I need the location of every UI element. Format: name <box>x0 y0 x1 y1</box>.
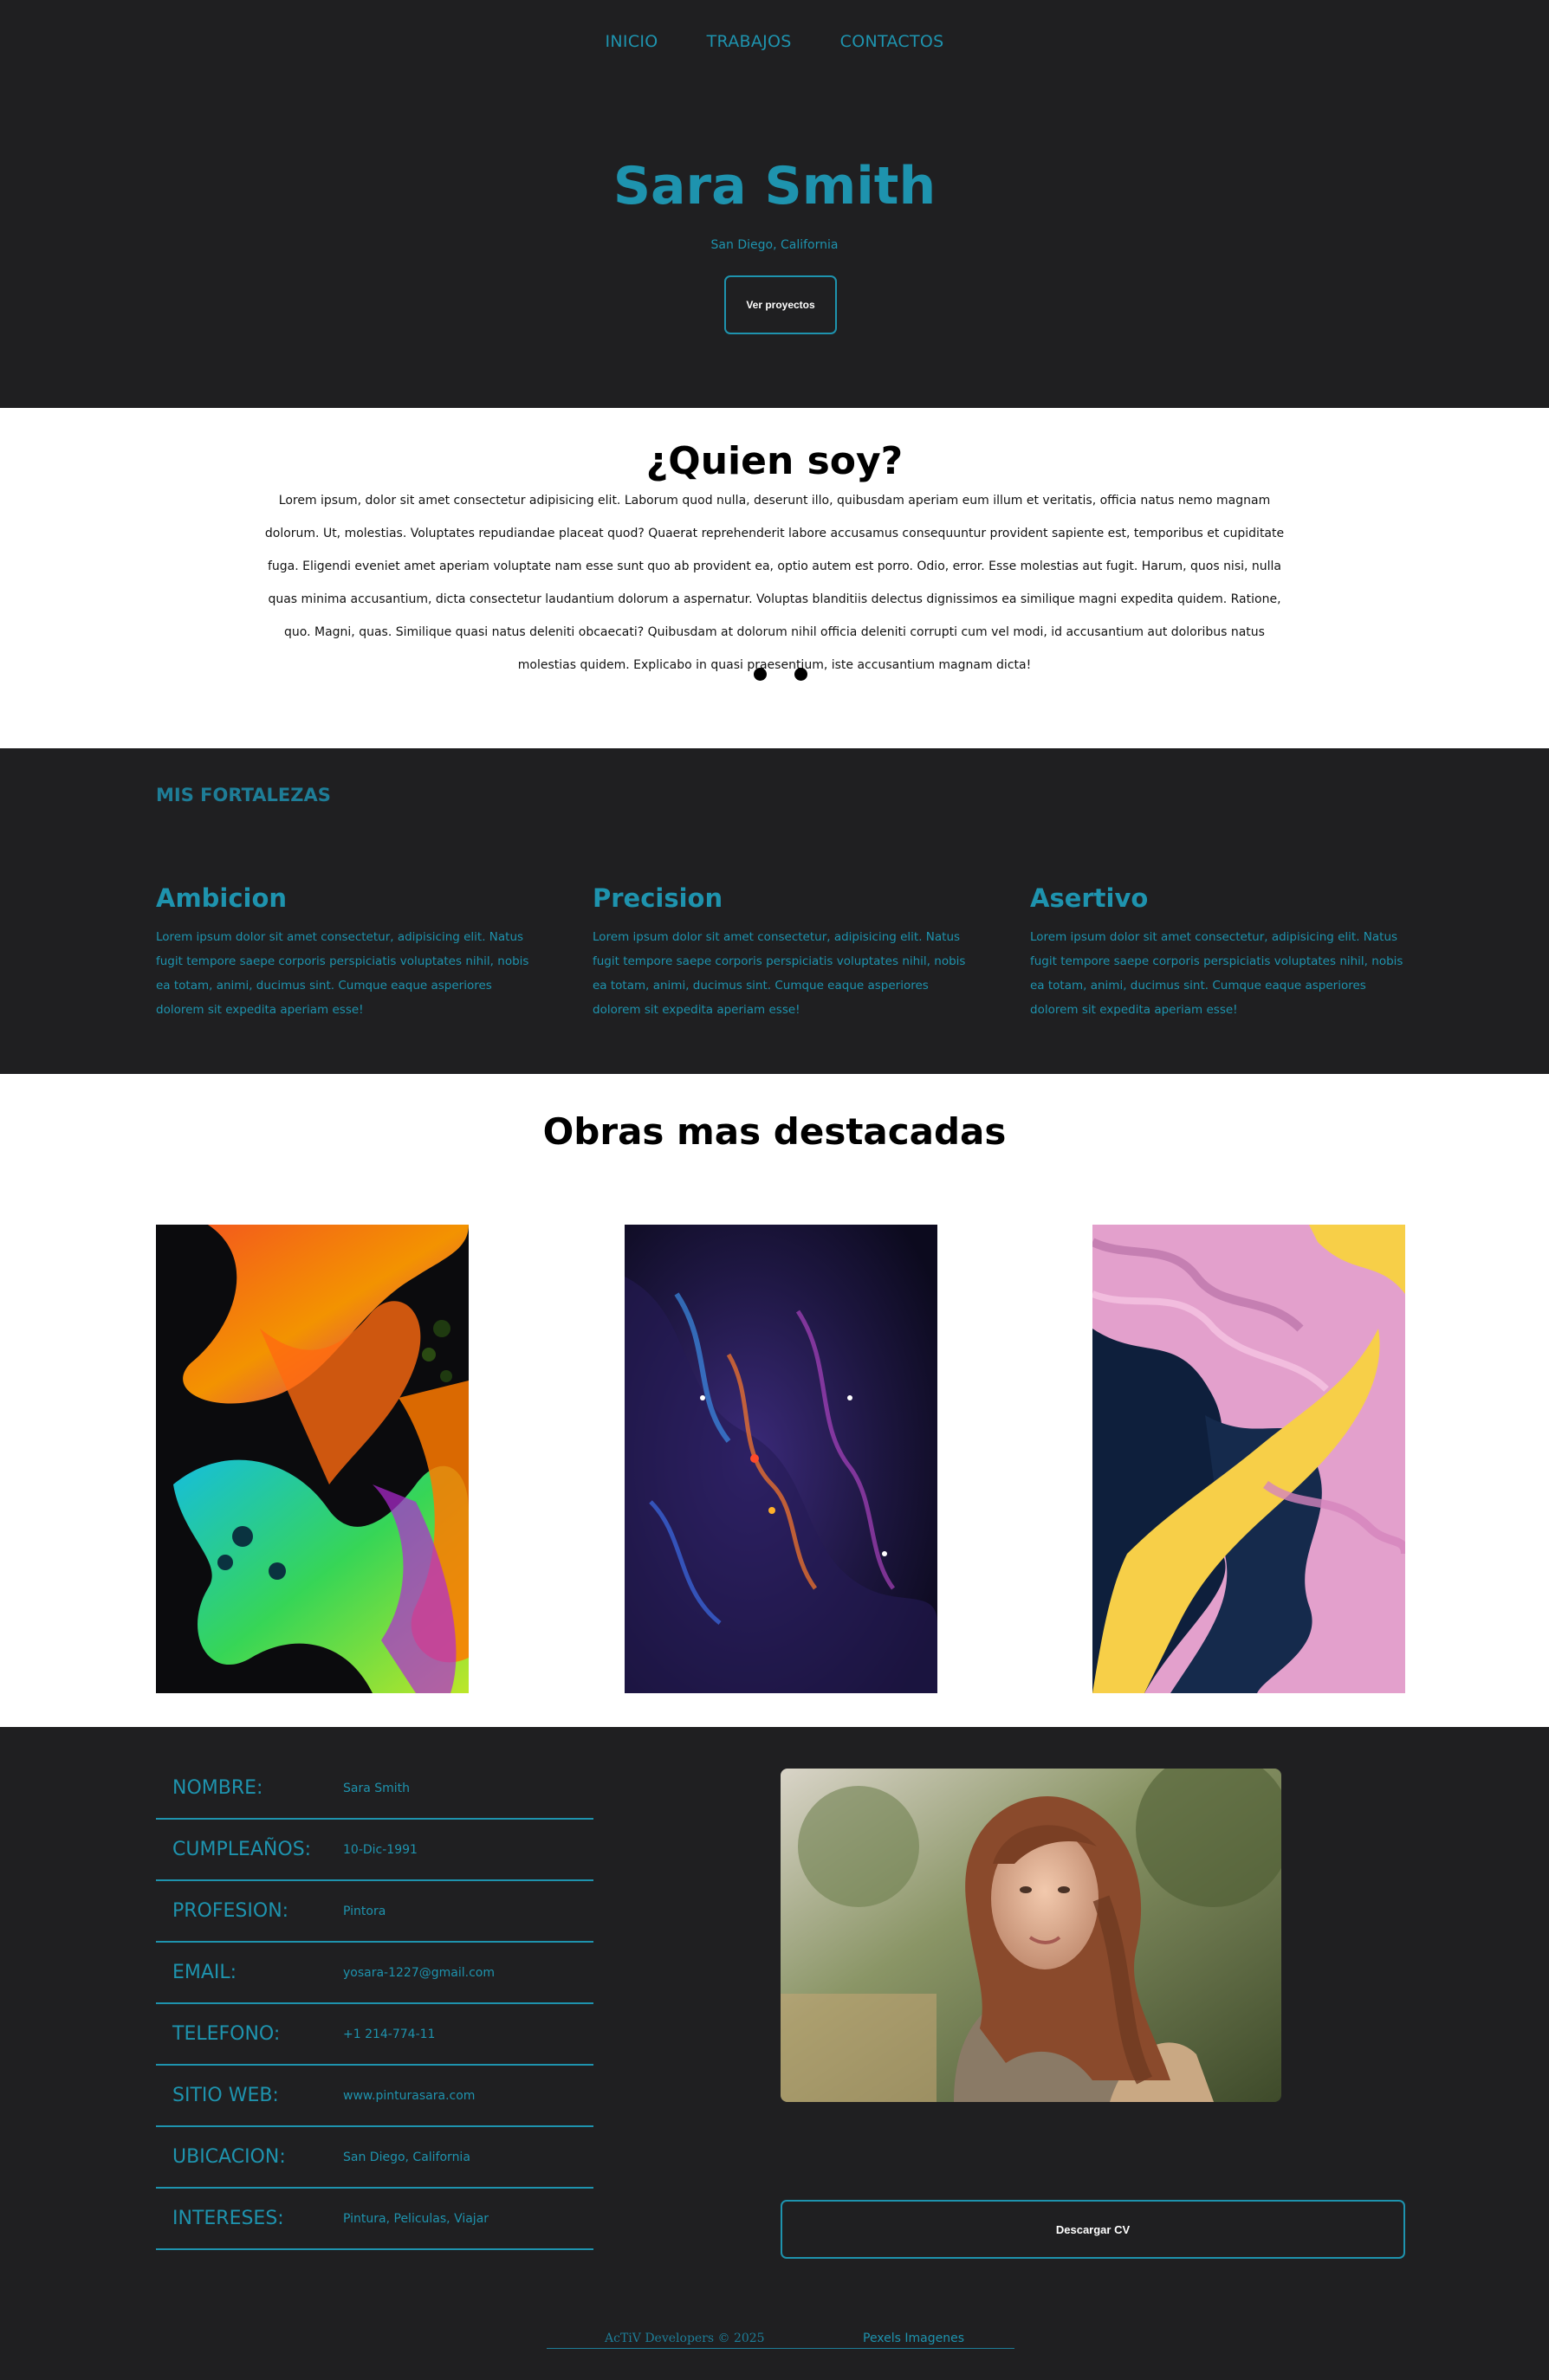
info-value: Pintora <box>343 1904 386 1918</box>
info-label: INTERESES: <box>172 2208 284 2229</box>
info-label: UBICACION: <box>172 2146 286 2168</box>
info-row: INTERESES: Pintura, Peliculas, Viajar <box>156 2189 593 2250</box>
top-nav: INICIO TRABAJOS CONTACTOS <box>0 0 1549 83</box>
nav-link-contactos[interactable]: CONTACTOS <box>840 32 944 51</box>
strengths-section: MIS FORTALEZAS Ambicion Lorem ipsum dolo… <box>0 748 1549 1074</box>
footer: AcTiV Developers © 2025 Pexels Imagenes <box>547 2325 1014 2349</box>
info-label: NOMBRE: <box>172 1777 263 1799</box>
info-value: 10-Dic-1991 <box>343 1842 418 1857</box>
strength-card: Precision Lorem ipsum dolor sit amet con… <box>593 883 974 1022</box>
info-row: CUMPLEAÑOS: 10-Dic-1991 <box>156 1820 593 1881</box>
hero-name: Sara Smith <box>612 156 937 217</box>
artwork-image-galaxy[interactable] <box>625 1225 937 1693</box>
info-value: Sara Smith <box>343 1781 411 1795</box>
portrait-photo <box>781 1769 1281 2102</box>
carousel-dot[interactable] <box>754 668 767 681</box>
strength-title: Precision <box>593 883 723 913</box>
info-row: EMAIL: yosara-1227@gmail.com <box>156 1943 593 2004</box>
strength-text: Lorem ipsum dolor sit amet consectetur, … <box>156 930 529 1017</box>
footer-pexels-link[interactable]: Pexels Imagenes <box>863 2331 964 2345</box>
strength-card: Asertivo Lorem ipsum dolor sit amet cons… <box>1030 883 1411 1022</box>
info-row: PROFESION: Pintora <box>156 1881 593 1943</box>
strengths-heading: MIS FORTALEZAS <box>156 785 331 805</box>
download-cv-button[interactable]: Descargar CV <box>781 2200 1405 2259</box>
info-row: TELEFONO: +1 214-774-11 <box>156 2004 593 2066</box>
info-value: Pintura, Peliculas, Viajar <box>343 2211 489 2226</box>
artwork-image-pink[interactable] <box>1092 1225 1405 1693</box>
info-section: NOMBRE: Sara Smith CUMPLEAÑOS: 10-Dic-19… <box>0 1727 1549 2380</box>
hero-section: Sara Smith San Diego, California Ver pro… <box>0 83 1549 408</box>
info-value: yosara-1227@gmail.com <box>343 1965 495 1980</box>
about-section: ¿Quien soy? Lorem ipsum, dolor sit amet … <box>0 408 1549 748</box>
strength-card: Ambicion Lorem ipsum dolor sit amet cons… <box>156 883 537 1022</box>
info-value: San Diego, California <box>343 2150 470 2164</box>
about-text: Lorem ipsum, dolor sit amet consectetur … <box>264 494 1285 672</box>
info-value: www.pinturasara.com <box>343 2088 476 2103</box>
view-projects-button[interactable]: Ver proyectos <box>724 275 837 334</box>
carousel-dots <box>754 668 807 681</box>
info-label: SITIO WEB: <box>172 2085 279 2106</box>
info-label: TELEFONO: <box>172 2023 281 2045</box>
carousel-dot[interactable] <box>794 668 807 681</box>
info-row: SITIO WEB: www.pinturasara.com <box>156 2066 593 2127</box>
works-section: Obras mas destacadas <box>0 1074 1549 1727</box>
personal-info-table: NOMBRE: Sara Smith CUMPLEAÑOS: 10-Dic-19… <box>156 1758 593 2250</box>
info-label: PROFESION: <box>172 1900 289 1922</box>
footer-copyright: AcTiV Developers © 2025 <box>605 2331 765 2345</box>
hero-location: San Diego, California <box>710 238 839 252</box>
strength-text: Lorem ipsum dolor sit amet consectetur, … <box>1030 930 1403 1017</box>
nav-link-trabajos[interactable]: TRABAJOS <box>707 32 792 51</box>
strength-title: Ambicion <box>156 883 288 913</box>
info-label: CUMPLEAÑOS: <box>172 1839 312 1860</box>
info-row: NOMBRE: Sara Smith <box>156 1758 593 1820</box>
works-title: Obras mas destacadas <box>542 1110 1007 1153</box>
artwork-image-neon[interactable] <box>156 1225 469 1693</box>
info-row: UBICACION: San Diego, California <box>156 2127 593 2189</box>
info-label: EMAIL: <box>172 1962 237 1983</box>
nav-link-inicio[interactable]: INICIO <box>606 32 658 51</box>
about-title: ¿Quien soy? <box>645 439 904 483</box>
strength-title: Asertivo <box>1030 883 1149 913</box>
info-value: +1 214-774-11 <box>343 2027 436 2041</box>
strength-text: Lorem ipsum dolor sit amet consectetur, … <box>593 930 966 1017</box>
